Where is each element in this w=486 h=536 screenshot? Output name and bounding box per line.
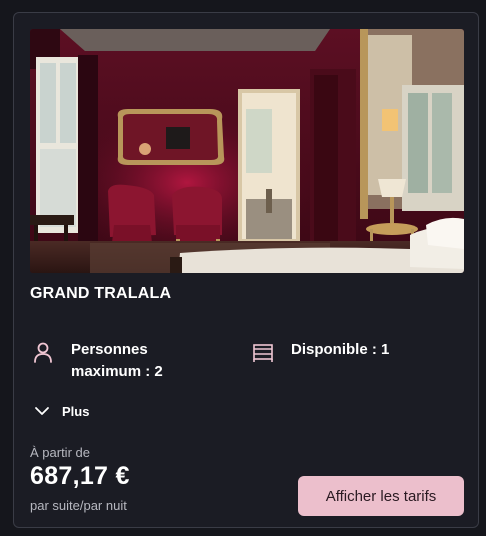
more-toggle[interactable]: Plus [34,403,89,419]
availability-feature: Disponible : 1 [252,339,389,363]
max-persons-feature: Personnes maximum : 2 [32,339,181,383]
price-unit: par suite/par nuit [30,498,127,513]
max-persons-label: Personnes maximum : 2 [71,341,163,380]
room-photo-illustration [30,29,464,273]
room-photo[interactable] [30,29,464,273]
more-label: Plus [62,403,90,419]
price-value: 687,17 € [30,462,130,490]
room-card: GRAND TRALALA Personnes maximum : 2 Disp… [13,12,479,528]
price-from-label: À partir de [30,445,90,460]
availability-label: Disponible : 1 [291,341,390,358]
bed-icon [252,341,274,363]
person-icon [32,341,54,363]
room-name: GRAND TRALALA [30,285,172,302]
chevron-down-icon [34,403,50,419]
show-rates-button[interactable]: Afficher les tarifs [298,476,464,516]
